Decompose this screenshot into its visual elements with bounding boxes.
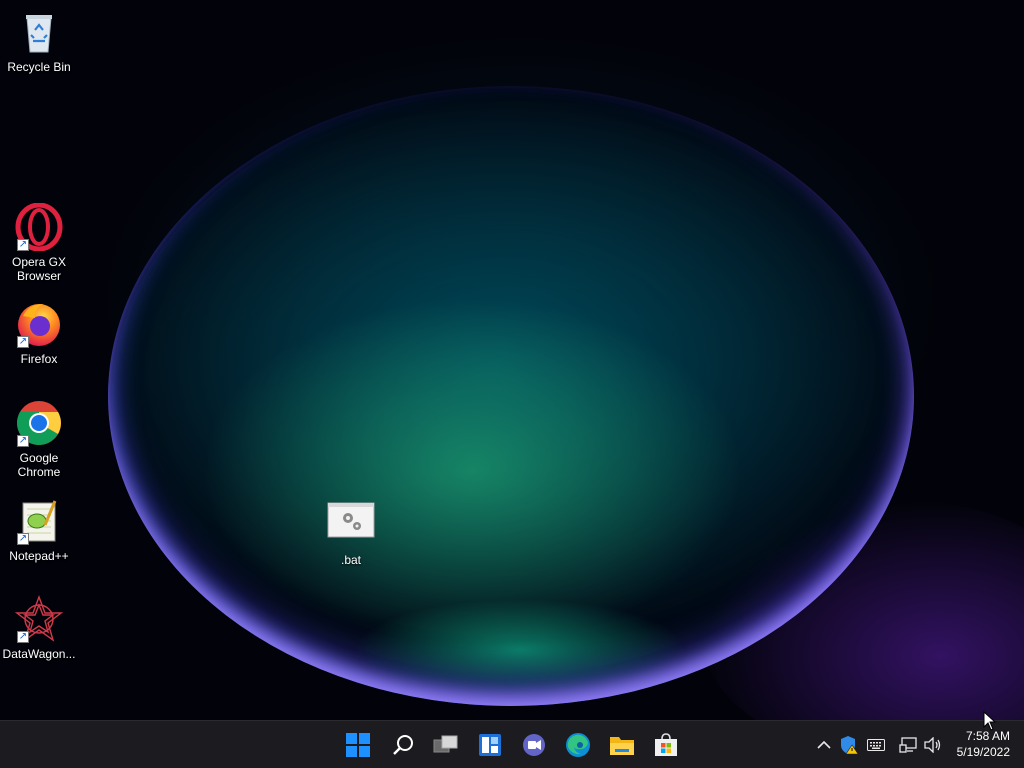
desktop-icon-label: .bat (340, 553, 361, 567)
search-button[interactable] (385, 727, 421, 763)
network-tray[interactable] (897, 735, 919, 755)
file-explorer-icon (610, 737, 634, 755)
keyboard-icon (867, 739, 885, 751)
desktop-icon-recycle-bin[interactable]: Recycle Bin (0, 8, 78, 74)
pointer-cursor-icon (983, 710, 997, 731)
edge-icon (566, 733, 590, 757)
desktop-icon-label: Notepad++ (9, 549, 69, 563)
widgets-button[interactable] (472, 727, 508, 763)
opera-gx-icon: ↗ (15, 202, 63, 252)
desktop-icon-notepad-plus-plus[interactable]: ↗ Notepad++ (0, 497, 78, 563)
desktop-icon-datawagon[interactable]: ↗ DataWagon... (0, 595, 78, 661)
firefox-icon: ↗ (15, 300, 63, 348)
chat-button[interactable] (516, 727, 552, 763)
clock-time: 7:58 AM (965, 729, 1010, 743)
start-button[interactable] (340, 727, 376, 763)
task-view-button[interactable] (428, 727, 464, 763)
task-view-icon (433, 735, 458, 753)
shortcut-arrow-icon: ↗ (17, 631, 29, 643)
taskbar: 7:58 AM 5/19/2022 (0, 720, 1024, 768)
recycle-bin-icon (15, 8, 63, 56)
chrome-icon: ↗ (15, 399, 63, 447)
shortcut-arrow-icon: ↗ (17, 533, 29, 545)
desktop-icon-opera-gx[interactable]: ↗ Opera GX Browser (0, 202, 78, 283)
desktop-icon-label: Recycle Bin (7, 60, 71, 74)
file-explorer-button[interactable] (604, 727, 640, 763)
desktop-icon-firefox[interactable]: ↗ Firefox (0, 300, 78, 366)
desktop-icon-google-chrome[interactable]: ↗ Google Chrome (0, 399, 78, 479)
shortcut-arrow-icon: ↗ (17, 336, 29, 348)
notepad-plus-plus-icon: ↗ (15, 497, 63, 545)
widgets-icon (479, 734, 501, 756)
teams-chat-icon (523, 734, 545, 756)
clock-date: 5/19/2022 (956, 745, 1010, 759)
network-icon (899, 737, 917, 753)
desktop-icon-label: Opera GX Browser (11, 255, 67, 283)
shortcut-arrow-icon: ↗ (17, 435, 29, 447)
windows-security-icon (841, 736, 859, 755)
show-hidden-icons-button[interactable] (814, 735, 834, 755)
desktop-icon-label: Google Chrome (17, 451, 61, 479)
batch-file-icon (327, 501, 375, 549)
microsoft-store-icon (655, 733, 677, 756)
edge-button[interactable] (560, 727, 596, 763)
desktop-icon-label: DataWagon... (2, 647, 76, 661)
datawagon-icon: ↗ (14, 595, 64, 643)
wallpaper-ring (108, 86, 914, 706)
windows-security-tray[interactable] (838, 735, 860, 755)
chevron-up-icon (817, 740, 831, 749)
start-icon (346, 733, 370, 757)
microsoft-store-button[interactable] (648, 727, 684, 763)
desktop-icon-label: Firefox (20, 352, 58, 366)
shortcut-arrow-icon: ↗ (17, 239, 29, 251)
desktop-icon-bat-file[interactable]: .bat (312, 501, 390, 567)
desktop-wallpaper (0, 0, 1024, 720)
search-icon (393, 735, 413, 755)
input-indicator[interactable] (865, 735, 887, 755)
taskbar-clock[interactable]: 7:58 AM 5/19/2022 (940, 728, 1010, 760)
